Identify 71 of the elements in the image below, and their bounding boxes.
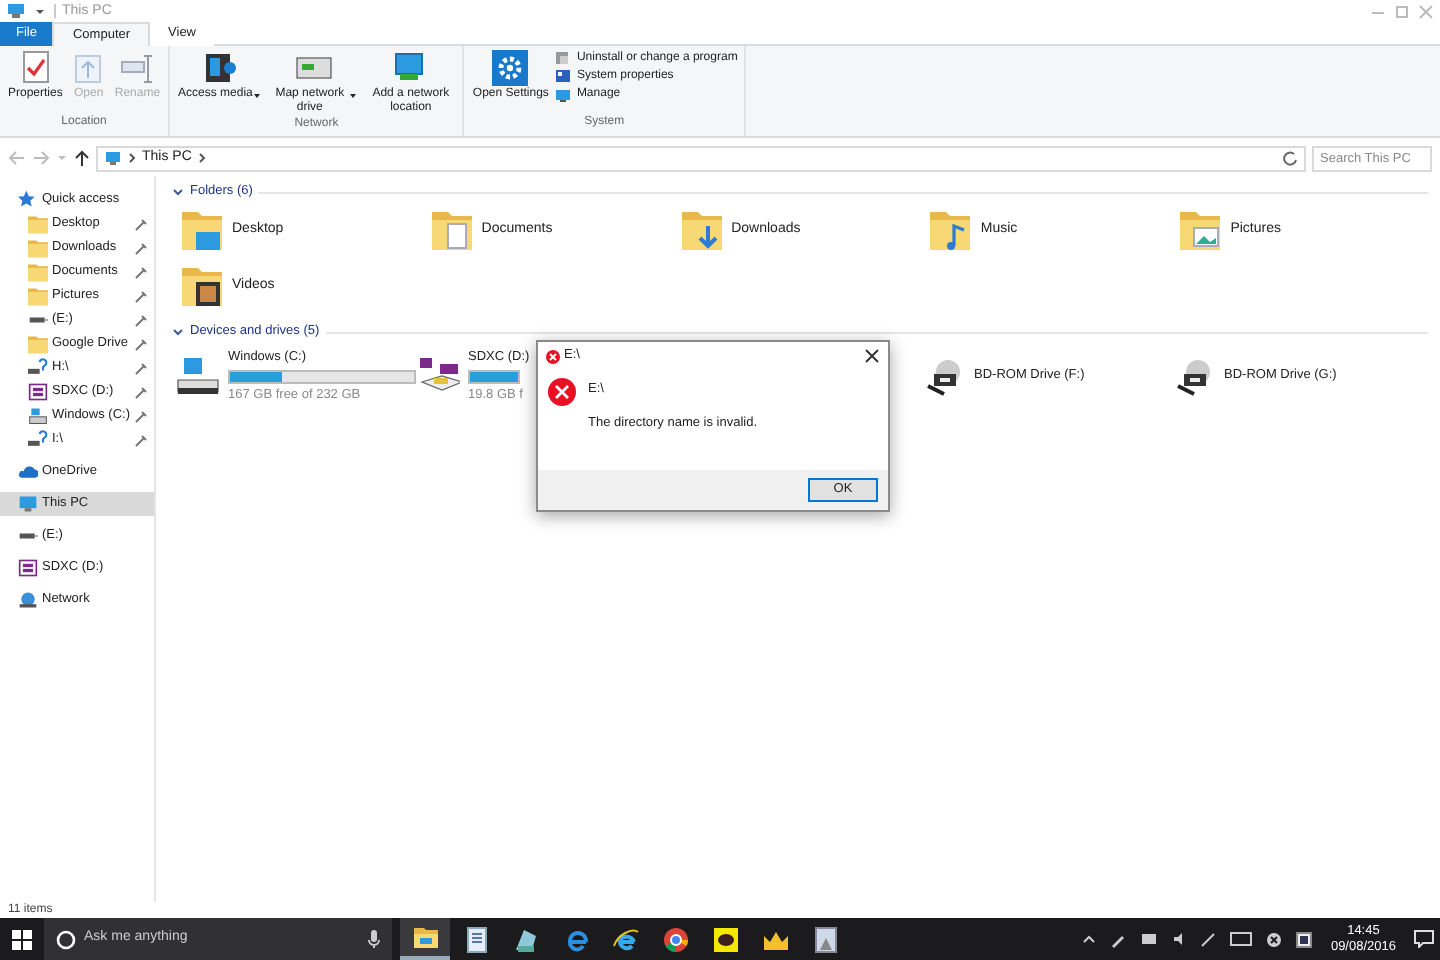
sd-card-icon	[18, 558, 38, 578]
folder-icon	[28, 238, 48, 258]
folder-icon	[28, 334, 48, 354]
videos-folder-icon[interactable]	[180, 264, 224, 308]
computer-icon	[6, 2, 26, 20]
pin-icon	[134, 337, 148, 351]
chevron-up-icon[interactable]	[1082, 934, 1097, 944]
folder-icon	[28, 214, 48, 234]
network-icon	[18, 590, 38, 610]
unknown-drive-icon	[28, 358, 48, 378]
chevron-icon[interactable]	[172, 327, 184, 337]
pictures-folder-icon[interactable]	[1178, 208, 1223, 252]
system-properties-icon	[554, 68, 573, 84]
pin-icon	[134, 289, 148, 303]
pin-icon	[134, 361, 148, 375]
drive-icon	[28, 406, 48, 426]
folder-icon	[411, 923, 439, 951]
media-device-icon	[202, 50, 239, 86]
notifications-icon[interactable]	[1414, 930, 1434, 948]
downloads-folder-icon[interactable]	[679, 208, 724, 252]
taskbar-app[interactable]	[400, 918, 450, 960]
caret-icon[interactable]	[34, 5, 46, 17]
up-icon[interactable]	[74, 150, 90, 166]
desktop-folder-icon[interactable]	[180, 208, 224, 252]
error-icon	[548, 378, 576, 406]
optical-drive-icon	[1176, 356, 1216, 396]
keyboard-icon[interactable]	[1230, 932, 1253, 946]
chrome-icon	[661, 925, 689, 953]
uninstall-icon	[554, 50, 573, 66]
pin-icon	[134, 313, 148, 327]
rename-icon	[119, 50, 156, 86]
unknown-drive-icon	[28, 430, 48, 450]
chevron-icon	[197, 152, 206, 164]
pin-icon	[134, 385, 148, 399]
app-tray-icon[interactable]	[1296, 931, 1313, 947]
sd-card-icon	[28, 382, 48, 402]
pin-icon	[134, 409, 149, 423]
computer-icon	[104, 150, 122, 166]
folder-icon	[28, 262, 48, 282]
close-circle-icon[interactable]	[1266, 931, 1283, 947]
pin-icon	[134, 433, 148, 447]
pin-icon	[134, 265, 148, 279]
windows-logo-icon	[12, 929, 32, 949]
battery-icon[interactable]	[1140, 932, 1159, 946]
browser-e-icon	[611, 925, 639, 953]
folder-icon	[28, 286, 48, 306]
computer-management-icon	[554, 86, 573, 102]
chevron-icon	[128, 152, 136, 164]
chat-app-icon	[711, 925, 739, 953]
close-icon[interactable]	[864, 348, 880, 364]
computer-icon	[18, 494, 38, 514]
hard-drive-icon	[176, 354, 220, 398]
caret-icon	[252, 88, 263, 100]
optical-drive-icon	[926, 356, 966, 396]
paint-icon	[511, 925, 539, 953]
pin-icon	[134, 217, 148, 231]
cloud-icon	[18, 462, 38, 482]
document-icon	[461, 925, 489, 953]
refresh-icon[interactable]	[1282, 150, 1298, 166]
circle-icon	[56, 929, 76, 949]
network-location-icon	[392, 50, 429, 86]
error-icon	[546, 349, 560, 363]
microphone-icon	[368, 930, 380, 948]
pen-icon[interactable]	[1110, 931, 1127, 947]
caret-icon	[348, 88, 359, 100]
chevron-icon[interactable]	[172, 187, 184, 197]
photo-app-icon	[811, 925, 839, 953]
speaker-icon[interactable]	[1172, 932, 1187, 946]
pin-icon	[134, 241, 148, 255]
star-icon	[18, 190, 38, 210]
music-folder-icon[interactable]	[928, 208, 973, 252]
